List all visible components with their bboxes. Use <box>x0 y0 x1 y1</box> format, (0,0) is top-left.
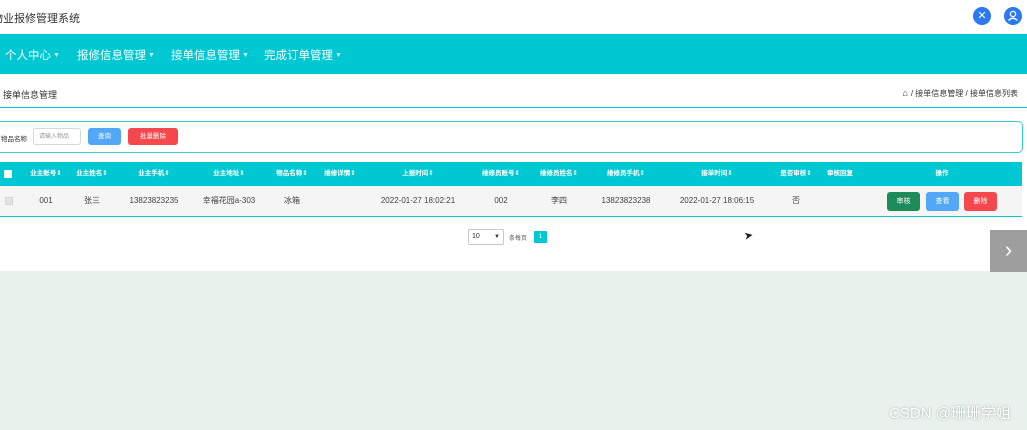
cell-owner-name: 张三 <box>84 196 100 205</box>
content-area: 接单信息管理 ⌂/ 接单信息管理 / 接单信息列表 物品名称 查询 批量删除 业… <box>0 74 1027 271</box>
column-header[interactable]: 维修详情⇕ <box>324 162 355 186</box>
row-checkbox[interactable] <box>5 197 13 205</box>
nav-item-repair-info[interactable]: 报修信息管理 ▼ <box>77 47 155 63</box>
page-size-select[interactable]: 10 ▼ <box>468 229 504 245</box>
query-button[interactable]: 查询 <box>88 128 121 145</box>
column-header[interactable]: 业主手机⇕ <box>138 162 169 186</box>
app-title: 物业报修管理系统 <box>0 13 80 25</box>
column-header-label: 业主账号 <box>30 170 57 177</box>
chevron-down-icon: ▼ <box>148 52 155 60</box>
page-size-value: 10 <box>472 233 480 240</box>
breadcrumb: ⌂ / 接单信息管理 / 接单信息列表 <box>902 88 1018 99</box>
column-header: 操作 <box>936 162 949 186</box>
column-header[interactable]: 维修员账号⇕ <box>482 162 520 186</box>
column-header-label: 业主手机 <box>138 170 165 177</box>
item-name-input[interactable] <box>33 128 81 145</box>
column-header[interactable]: 是否审核⇕ <box>780 162 811 186</box>
cell-owner-phone: 13823823235 <box>129 196 179 205</box>
search-panel: 物品名称 查询 批量删除 <box>0 121 1023 153</box>
mouse-cursor-icon: ➤ <box>743 229 755 243</box>
main-nav: 个人中心 ▼ 报修信息管理 ▼ 接单信息管理 ▼ 完成订单管理 ▼ <box>0 34 1027 74</box>
column-header-label: 是否审核 <box>780 170 807 177</box>
user-icon[interactable] <box>1004 7 1022 25</box>
table-row: 001 张三 13823823235 幸福花园a-303 冰箱 2022-01-… <box>0 186 1022 217</box>
column-header-label: 维修详情 <box>324 170 351 177</box>
chevron-down-icon: ▼ <box>494 234 500 240</box>
nav-item-personal-center[interactable]: 个人中心 ▼ <box>5 47 60 63</box>
column-header-label: 上报时间 <box>402 170 429 177</box>
batch-delete-button[interactable]: 批量删除 <box>128 128 178 145</box>
title-divider <box>0 107 1027 108</box>
nav-item-label: 个人中心 <box>5 50 51 62</box>
cell-repairer-phone: 13823823238 <box>601 196 651 205</box>
column-header[interactable]: 维修员姓名⇕ <box>540 162 578 186</box>
expand-icon[interactable]: ✕ <box>973 7 991 25</box>
breadcrumb-level1[interactable]: 接单信息管理 <box>915 89 963 98</box>
watermark: CSDN @珊珊学姐 <box>889 405 1011 422</box>
cell-owner-address: 幸福花园a-303 <box>202 196 256 205</box>
nav-item-completed-orders[interactable]: 完成订单管理 ▼ <box>264 47 342 63</box>
column-header-label: 维修员手机 <box>607 170 640 177</box>
cell-item-name: 冰箱 <box>284 196 300 205</box>
cell-owner-account: 001 <box>39 196 53 205</box>
breadcrumb-separator: / <box>910 89 914 98</box>
chevron-down-icon: ▼ <box>242 52 249 60</box>
chevron-down-icon: ▼ <box>53 52 60 60</box>
chevron-right-icon: › <box>1004 237 1013 262</box>
column-header[interactable]: 业主地址⇕ <box>213 162 244 186</box>
nav-item-label: 完成订单管理 <box>264 50 333 62</box>
table-header: 业主账号⇕ 业主姓名⇕ 业主手机⇕ 业主地址⇕ 物品名称⇕ 维修详情⇕ 上报时间… <box>0 162 1022 186</box>
cell-report-time: 2022-01-27 18:02:21 <box>380 196 456 205</box>
cell-repairer-name: 李四 <box>551 196 567 205</box>
column-header[interactable]: 接单时间⇕ <box>701 162 732 186</box>
next-arrow-button[interactable]: › <box>990 230 1027 272</box>
view-button[interactable]: 查看 <box>926 192 959 211</box>
column-header-label: 操作 <box>935 170 949 177</box>
column-header-label: 业主地址 <box>213 170 240 177</box>
column-header[interactable]: 业主姓名⇕ <box>76 162 107 186</box>
column-header: 审核回复 <box>827 162 853 186</box>
column-header-label: 物品名称 <box>276 170 303 177</box>
column-header-label: 维修员账号 <box>482 170 515 177</box>
column-header-label: 业主姓名 <box>76 170 103 177</box>
column-header-label: 接单时间 <box>701 170 728 177</box>
item-name-label: 物品名称 <box>1 136 27 143</box>
column-header-label: 维修员姓名 <box>540 170 573 177</box>
column-header[interactable]: 业主账号⇕ <box>30 162 61 186</box>
column-header-label: 审核回复 <box>827 170 853 177</box>
delete-button[interactable]: 删除 <box>964 192 997 211</box>
cell-accept-time: 2022-01-27 18:06:15 <box>679 196 755 205</box>
breadcrumb-level2: 接单信息列表 <box>970 89 1018 98</box>
cell-is-reviewed: 否 <box>792 196 800 205</box>
select-all-checkbox[interactable] <box>4 170 12 178</box>
nav-item-label: 报修信息管理 <box>77 50 146 62</box>
page-title: 接单信息管理 <box>3 90 58 100</box>
nav-item-order-info[interactable]: 接单信息管理 ▼ <box>171 47 249 63</box>
top-bar: 物业报修管理系统 ✕ <box>0 0 1027 33</box>
breadcrumb-separator: / <box>965 89 968 98</box>
page-number-current[interactable]: 1 <box>534 231 547 243</box>
column-header[interactable]: 上报时间⇕ <box>402 162 433 186</box>
review-button[interactable]: 审核 <box>887 192 920 211</box>
nav-item-label: 接单信息管理 <box>171 50 240 62</box>
home-icon[interactable]: ⌂ <box>902 88 907 98</box>
user-icon-glyph <box>1008 10 1018 21</box>
column-header[interactable]: 物品名称⇕ <box>276 162 307 186</box>
chevron-down-icon: ▼ <box>335 52 342 60</box>
column-header[interactable]: 维修员手机⇕ <box>607 162 645 186</box>
cell-repairer-account: 002 <box>494 196 508 205</box>
per-page-label: 条每页 <box>509 236 528 242</box>
